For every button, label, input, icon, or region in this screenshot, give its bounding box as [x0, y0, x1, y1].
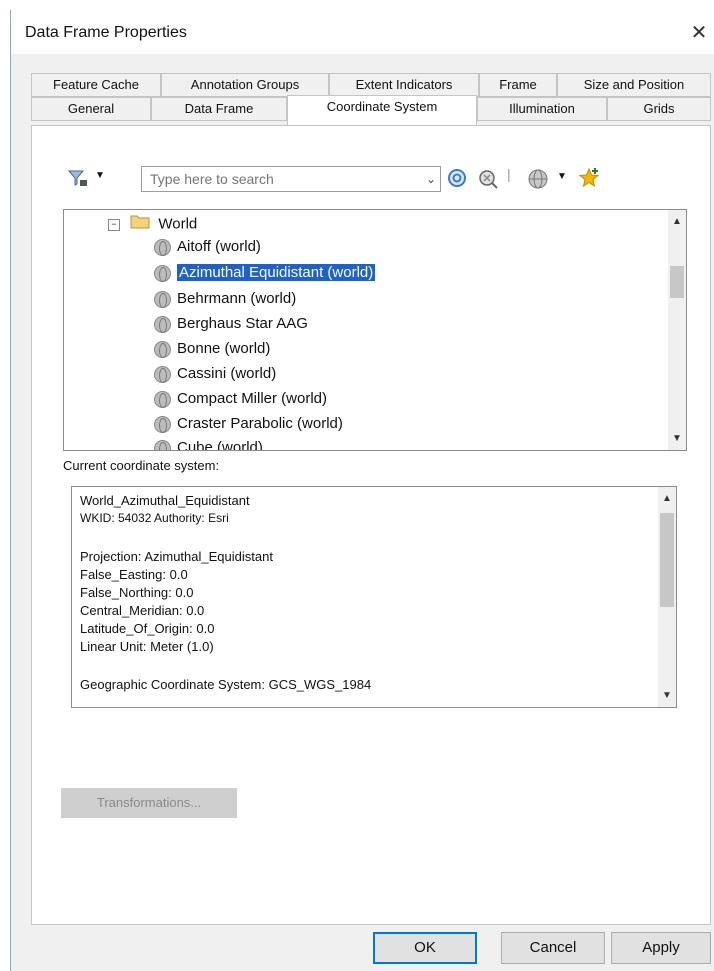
separator: | — [507, 166, 511, 182]
tab-annotation-groups[interactable]: Annotation Groups — [161, 73, 329, 97]
cs-geographic: Geographic Coordinate System: GCS_WGS_19… — [80, 677, 372, 692]
details-scrollbar[interactable]: ▲ ▼ — [658, 487, 676, 707]
tree-item-label: Azimuthal Equidistant (world) — [177, 264, 376, 281]
tree-item-label: Cassini (world) — [177, 365, 277, 382]
globe-icon — [154, 238, 171, 256]
tree-item-label: Cube (world) — [177, 439, 263, 451]
tree-scrollbar[interactable]: ▲ ▼ — [668, 210, 686, 450]
tree-item[interactable]: Cassini (world) — [154, 363, 276, 385]
cs-false-easting: False_Easting: 0.0 — [80, 567, 188, 582]
tree-item-label: Bonne (world) — [177, 340, 271, 357]
cs-wkid: WKID: 54032 Authority: Esri — [80, 511, 229, 525]
tab-feature-cache[interactable]: Feature Cache — [31, 73, 161, 97]
apply-button[interactable]: Apply — [611, 932, 711, 964]
filter-icon[interactable] — [67, 168, 89, 191]
dropdown-arrow-icon[interactable]: ▼ — [557, 171, 567, 182]
tree-item[interactable]: Behrmann (world) — [154, 288, 296, 310]
coordinate-system-details[interactable]: World_Azimuthal_Equidistant WKID: 54032 … — [71, 486, 677, 708]
scroll-thumb[interactable] — [670, 266, 684, 298]
globe-icon — [154, 415, 171, 433]
tree-item-label: Craster Parabolic (world) — [177, 415, 343, 432]
tab-grids[interactable]: Grids — [607, 97, 711, 121]
ok-button[interactable]: OK — [373, 932, 477, 964]
data-frame-properties-dialog: Data Frame Properties ✕ Feature Cache An… — [10, 10, 714, 971]
tab-size-and-position[interactable]: Size and Position — [557, 73, 711, 97]
coordinate-system-tree[interactable]: − World Aitoff (world) Azimuthal Equidis… — [63, 209, 687, 451]
cancel-button[interactable]: Cancel — [501, 932, 605, 964]
globe-icon — [154, 340, 171, 358]
tree-item-label: Compact Miller (world) — [177, 390, 328, 407]
tree-item[interactable]: Compact Miller (world) — [154, 388, 327, 410]
globe-icon — [154, 315, 171, 333]
cs-false-northing: False_Northing: 0.0 — [80, 585, 194, 600]
cs-projection: Projection: Azimuthal_Equidistant — [80, 549, 273, 564]
search-input[interactable]: ⌄ — [141, 166, 441, 192]
tree-item[interactable]: Aitoff (world) — [154, 236, 261, 258]
dropdown-arrow-icon[interactable]: ▼ — [95, 170, 105, 181]
scroll-down-icon[interactable]: ▼ — [668, 433, 686, 444]
tree-item[interactable]: Bonne (world) — [154, 338, 270, 360]
search-icon[interactable] — [447, 168, 469, 193]
folder-icon — [130, 213, 150, 236]
favorite-star-icon[interactable] — [577, 166, 601, 193]
tree-item[interactable]: Craster Parabolic (world) — [154, 413, 343, 435]
tab-coordinate-system[interactable]: Coordinate System — [287, 95, 477, 125]
tab-data-frame[interactable]: Data Frame — [151, 97, 287, 121]
tab-illumination[interactable]: Illumination — [477, 97, 607, 121]
tree-item-selected[interactable]: Azimuthal Equidistant (world) — [154, 262, 376, 284]
globe-icon — [154, 439, 171, 450]
tab-extent-indicators[interactable]: Extent Indicators — [329, 73, 479, 97]
current-coordinate-system-label: Current coordinate system: — [63, 458, 220, 473]
scroll-thumb[interactable] — [660, 513, 674, 607]
scroll-up-icon[interactable]: ▲ — [668, 216, 686, 227]
cs-central-meridian: Central_Meridian: 0.0 — [80, 603, 205, 618]
scroll-up-icon[interactable]: ▲ — [658, 493, 676, 504]
transformations-button[interactable]: Transformations... — [61, 788, 237, 818]
tab-general[interactable]: General — [31, 97, 151, 121]
globe-icon — [154, 365, 171, 383]
chevron-down-icon[interactable]: ⌄ — [426, 167, 436, 191]
cs-name: World_Azimuthal_Equidistant — [80, 493, 250, 508]
search-text-field[interactable] — [150, 171, 410, 187]
cs-linear-unit: Linear Unit: Meter (1.0) — [80, 639, 214, 654]
tree-item-label: Berghaus Star AAG — [177, 315, 308, 332]
clear-search-icon[interactable] — [477, 168, 499, 193]
collapse-icon[interactable]: − — [108, 218, 120, 231]
dialog-title: Data Frame Properties — [25, 24, 187, 41]
tree-folder-world[interactable]: − World — [108, 213, 197, 235]
tab-frame[interactable]: Frame — [479, 73, 557, 97]
globe-add-icon[interactable] — [527, 168, 549, 193]
globe-icon — [154, 264, 171, 282]
tree-folder-label: World — [158, 215, 198, 233]
cs-latitude-of-origin: Latitude_Of_Origin: 0.0 — [80, 621, 215, 636]
tree-item[interactable]: Berghaus Star AAG — [154, 313, 308, 335]
tree-item[interactable]: Cube (world) — [154, 437, 263, 451]
tree-item-label: Aitoff (world) — [177, 238, 261, 255]
globe-icon — [154, 290, 171, 308]
close-icon[interactable]: ✕ — [687, 20, 711, 45]
scroll-down-icon[interactable]: ▼ — [658, 690, 676, 701]
tree-item-label: Behrmann (world) — [177, 290, 297, 307]
title-bar: Data Frame Properties ✕ — [11, 10, 714, 54]
globe-icon — [154, 390, 171, 408]
